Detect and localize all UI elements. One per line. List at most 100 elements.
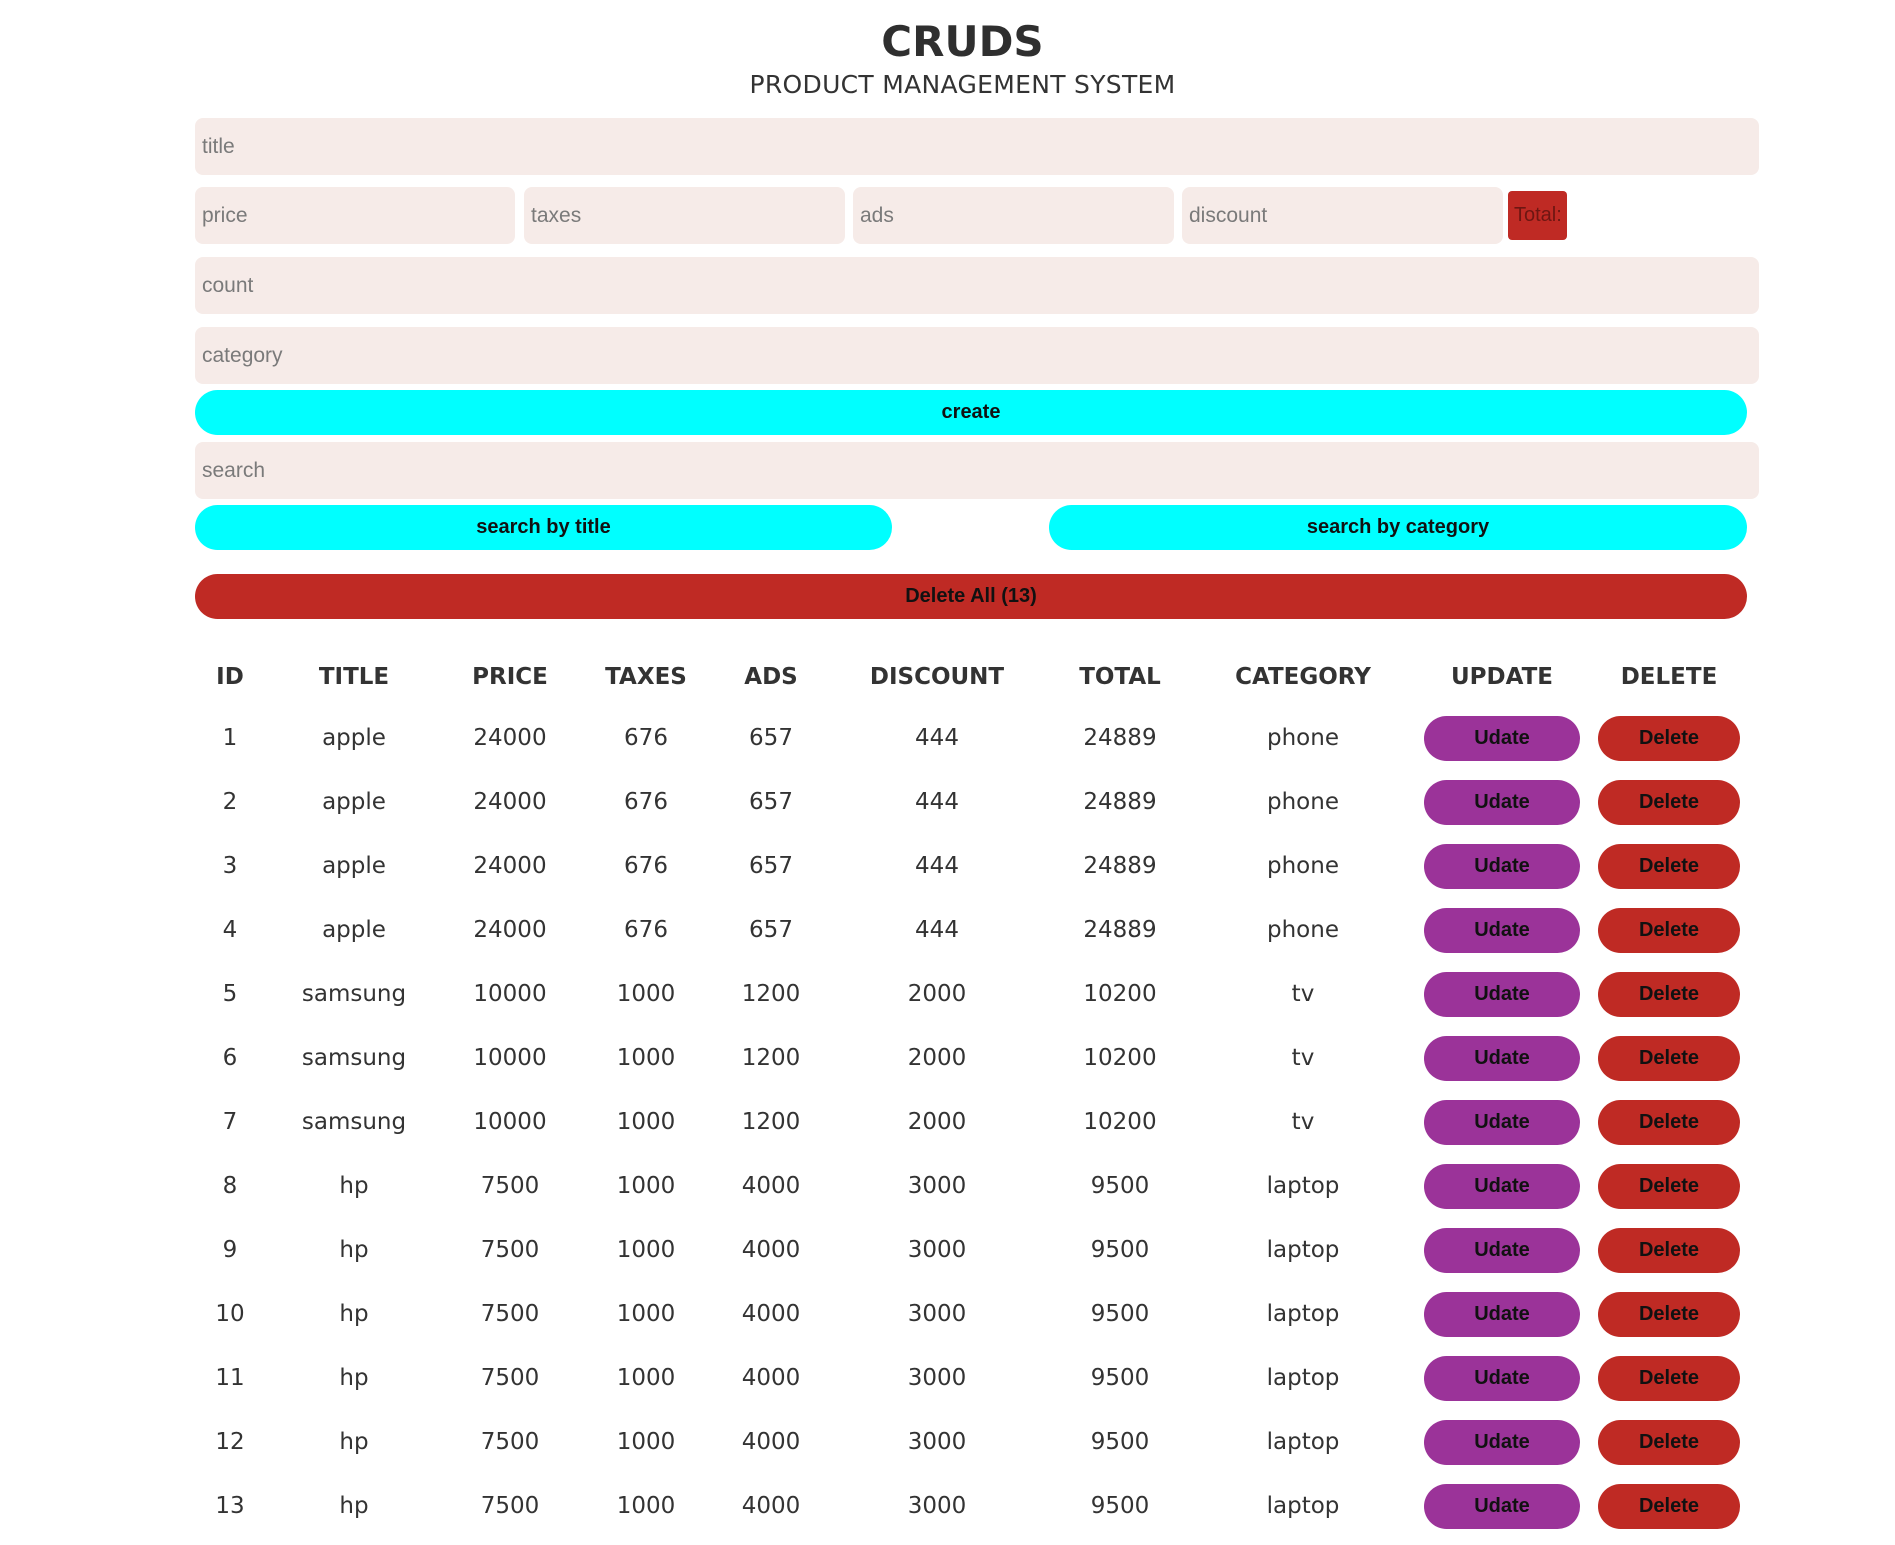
update-button[interactable]: Udate bbox=[1424, 1099, 1580, 1145]
cell-taxes: 1000 bbox=[616, 1237, 676, 1263]
cell-price: 7500 bbox=[480, 1301, 540, 1327]
update-button[interactable]: Udate bbox=[1424, 715, 1580, 761]
cell-category: laptop bbox=[1266, 1301, 1340, 1327]
cell-total: 9500 bbox=[1090, 1429, 1150, 1455]
update-button[interactable]: Udate bbox=[1424, 779, 1580, 825]
cell-discount: 3000 bbox=[907, 1429, 967, 1455]
cell-ads: 4000 bbox=[741, 1173, 801, 1199]
delete-button[interactable]: Delete bbox=[1598, 1227, 1740, 1273]
update-button[interactable]: Udate bbox=[1424, 971, 1580, 1017]
update-button[interactable]: Udate bbox=[1424, 1291, 1580, 1337]
page: CRUDS PRODUCT MANAGEMENT SYSTEM Total: c… bbox=[0, 0, 1895, 1545]
create-button[interactable]: create bbox=[195, 390, 1747, 435]
column-header-price: PRICE bbox=[472, 664, 548, 690]
products-table-wrapper: ID TITLE PRICE TAXES ADS DISCOUNT TOTAL … bbox=[196, 648, 1748, 1538]
cell-update: Udate bbox=[1414, 1218, 1590, 1282]
table-row: 13 hp 7500 1000 4000 3000 9500 laptop Udate Delet… bbox=[196, 1474, 1748, 1538]
cell-total: 24889 bbox=[1083, 853, 1157, 879]
cell-discount: 444 bbox=[915, 917, 959, 943]
update-button[interactable]: Udate bbox=[1424, 1419, 1580, 1465]
cell-total: 9500 bbox=[1090, 1301, 1150, 1327]
cell-category: phone bbox=[1267, 853, 1339, 879]
delete-button[interactable]: Delete bbox=[1598, 1099, 1740, 1145]
cell-id: 11 bbox=[215, 1365, 245, 1391]
cell-price: 10000 bbox=[473, 981, 547, 1007]
cell-total: 10200 bbox=[1083, 981, 1157, 1007]
cell-id: 2 bbox=[222, 789, 238, 815]
cell-category: laptop bbox=[1266, 1173, 1340, 1199]
cell-update: Udate bbox=[1414, 706, 1590, 770]
search-input[interactable] bbox=[195, 442, 1759, 499]
delete-button[interactable]: Delete bbox=[1598, 715, 1740, 761]
cell-update: Udate bbox=[1414, 1282, 1590, 1346]
count-input[interactable] bbox=[195, 257, 1759, 314]
cell-id: 9 bbox=[222, 1237, 238, 1263]
cell-title: hp bbox=[339, 1237, 369, 1263]
delete-button[interactable]: Delete bbox=[1598, 1163, 1740, 1209]
cell-ads: 657 bbox=[749, 725, 793, 751]
cell-price: 10000 bbox=[473, 1045, 547, 1071]
delete-button[interactable]: Delete bbox=[1598, 1419, 1740, 1465]
update-button[interactable]: Udate bbox=[1424, 1035, 1580, 1081]
cell-update: Udate bbox=[1414, 1474, 1590, 1538]
update-button[interactable]: Udate bbox=[1424, 843, 1580, 889]
cell-update: Udate bbox=[1414, 1026, 1590, 1090]
delete-button[interactable]: Delete bbox=[1598, 1035, 1740, 1081]
search-by-category-button[interactable]: search by category bbox=[1049, 505, 1747, 550]
cell-total: 24889 bbox=[1083, 917, 1157, 943]
cell-delete: Delete bbox=[1590, 1218, 1748, 1282]
delete-button[interactable]: Delete bbox=[1598, 779, 1740, 825]
cell-delete: Delete bbox=[1590, 962, 1748, 1026]
update-button[interactable]: Udate bbox=[1424, 907, 1580, 953]
cell-ads: 4000 bbox=[741, 1237, 801, 1263]
discount-input[interactable] bbox=[1182, 187, 1503, 244]
delete-button[interactable]: Delete bbox=[1598, 907, 1740, 953]
delete-button[interactable]: Delete bbox=[1598, 1355, 1740, 1401]
update-button[interactable]: Udate bbox=[1424, 1483, 1580, 1529]
delete-button[interactable]: Delete bbox=[1598, 1483, 1740, 1529]
cell-title: hp bbox=[339, 1493, 369, 1519]
cell-discount: 444 bbox=[915, 853, 959, 879]
update-button[interactable]: Udate bbox=[1424, 1163, 1580, 1209]
search-by-title-button[interactable]: search by title bbox=[195, 505, 892, 550]
cell-total: 9500 bbox=[1090, 1237, 1150, 1263]
cell-title: hp bbox=[339, 1301, 369, 1327]
update-button[interactable]: Udate bbox=[1424, 1227, 1580, 1273]
cell-update: Udate bbox=[1414, 770, 1590, 834]
cell-category: laptop bbox=[1266, 1493, 1340, 1519]
cell-taxes: 1000 bbox=[616, 1301, 676, 1327]
cell-title: apple bbox=[322, 725, 386, 751]
cell-delete: Delete bbox=[1590, 1346, 1748, 1410]
cell-price: 24000 bbox=[473, 789, 547, 815]
taxes-input[interactable] bbox=[524, 187, 845, 244]
cell-total: 9500 bbox=[1090, 1173, 1150, 1199]
cell-taxes: 1000 bbox=[616, 1365, 676, 1391]
cell-taxes: 1000 bbox=[616, 1429, 676, 1455]
price-input[interactable] bbox=[195, 187, 515, 244]
cell-title: hp bbox=[339, 1429, 369, 1455]
cell-title: hp bbox=[339, 1173, 369, 1199]
cell-delete: Delete bbox=[1590, 1090, 1748, 1154]
cell-ads: 657 bbox=[749, 917, 793, 943]
table-body: 1 apple 24000 676 657 444 24889 phone Udate Delet… bbox=[196, 706, 1748, 1538]
category-input[interactable] bbox=[195, 327, 1759, 384]
cell-discount: 3000 bbox=[907, 1493, 967, 1519]
delete-all-button[interactable]: Delete All (13) bbox=[195, 574, 1747, 619]
ads-input[interactable] bbox=[853, 187, 1174, 244]
page-title: CRUDS bbox=[881, 17, 1044, 66]
delete-button[interactable]: Delete bbox=[1598, 971, 1740, 1017]
delete-button[interactable]: Delete bbox=[1598, 843, 1740, 889]
cell-total: 9500 bbox=[1090, 1493, 1150, 1519]
update-button[interactable]: Udate bbox=[1424, 1355, 1580, 1401]
cell-category: tv bbox=[1291, 981, 1315, 1007]
cell-category: phone bbox=[1267, 789, 1339, 815]
table-row: 4 apple 24000 676 657 444 24889 phone Udate Delet… bbox=[196, 898, 1748, 962]
cell-ads: 1200 bbox=[741, 1045, 801, 1071]
title-input[interactable] bbox=[195, 118, 1759, 175]
cell-update: Udate bbox=[1414, 962, 1590, 1026]
delete-button[interactable]: Delete bbox=[1598, 1291, 1740, 1337]
page-subtitle: PRODUCT MANAGEMENT SYSTEM bbox=[749, 70, 1176, 99]
table-row: 2 apple 24000 676 657 444 24889 phone Udate Delet… bbox=[196, 770, 1748, 834]
cell-delete: Delete bbox=[1590, 1282, 1748, 1346]
cell-price: 7500 bbox=[480, 1173, 540, 1199]
